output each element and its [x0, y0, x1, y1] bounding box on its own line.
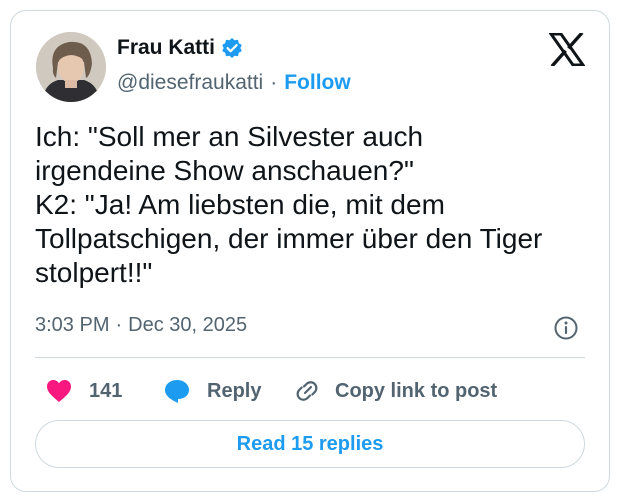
post-text: Ich: "Soll mer an Silvester auch irgende… [35, 121, 543, 288]
verified-badge-icon [222, 38, 242, 58]
post-timestamp[interactable]: 3:03 PM · Dec 30, 2025 [35, 314, 247, 337]
link-icon [296, 381, 318, 401]
follow-button[interactable]: Follow [284, 71, 351, 95]
like-button[interactable]: 141 [45, 371, 122, 411]
author-handle-row: @diesefraukatti · Follow [117, 71, 351, 95]
post-time[interactable]: 3:03 PM [35, 314, 109, 337]
chat-bubble-icon [165, 380, 189, 403]
author-name-row: Frau Katti [117, 36, 243, 60]
post-card: Frau Katti @diesefraukatti · Follow Ich:… [10, 10, 610, 492]
read-replies-button[interactable]: Read 15 replies [35, 420, 585, 468]
avatar[interactable] [36, 32, 106, 102]
avatar-image [36, 32, 106, 102]
copy-link-button[interactable]: Copy link to post [293, 371, 497, 411]
like-count: 141 [89, 379, 123, 402]
author-name[interactable]: Frau Katti [117, 36, 215, 60]
post-date[interactable]: Dec 30, 2025 [128, 314, 247, 337]
action-bar: 141 Reply Copy link to post [35, 371, 585, 411]
reply-button[interactable]: Reply [163, 371, 261, 411]
reply-label: Reply [207, 379, 262, 402]
x-logo-icon[interactable] [549, 33, 585, 66]
handle-separator: · [270, 71, 278, 94]
info-icon[interactable] [553, 315, 579, 341]
author-handle[interactable]: @diesefraukatti [117, 71, 263, 95]
timestamp-separator: · [115, 314, 123, 336]
heart-icon [47, 380, 71, 402]
copy-link-label: Copy link to post [335, 379, 498, 402]
divider [35, 357, 585, 358]
